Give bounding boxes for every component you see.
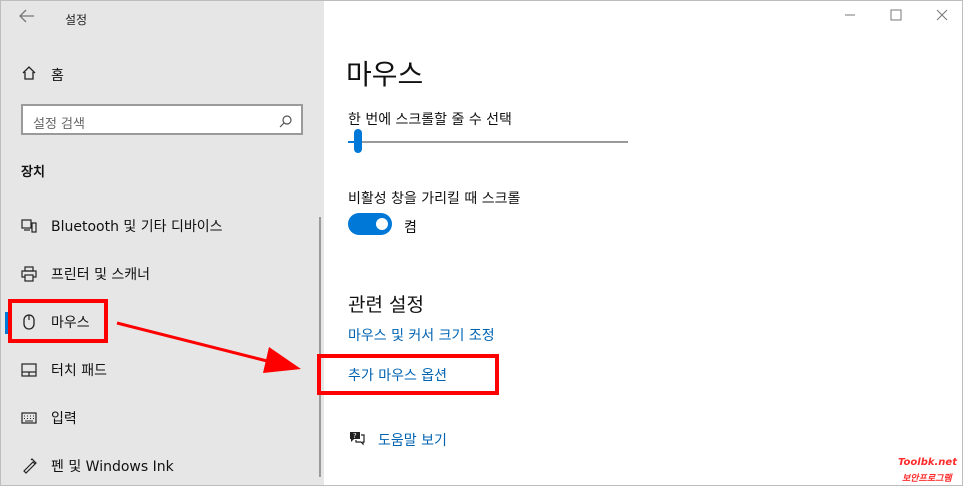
watermark-text: Toolbk.net [898, 457, 957, 468]
settings-window: 설정 홈 설정 검색 장치 Bluetooth 및 기타 디바이스 프린터 및 [0, 0, 963, 486]
watermark-subtext: 보안프로그램 [902, 474, 952, 484]
annotation-arrow [116, 321, 301, 373]
